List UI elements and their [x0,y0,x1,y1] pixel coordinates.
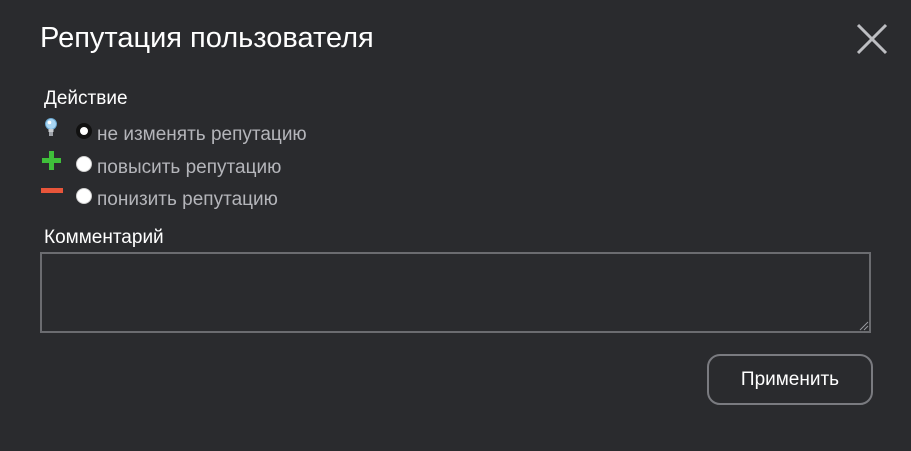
minus-icon [40,183,68,209]
option-no-change-label: не изменять репутацию [97,124,307,145]
radio-decrease[interactable] [76,188,92,204]
close-icon [856,23,888,55]
comment-textarea[interactable] [40,252,871,333]
radio-increase[interactable] [76,156,92,172]
option-decrease[interactable]: понизить репутацию [40,183,278,210]
plus-icon [40,151,68,177]
option-increase-label: повысить репутацию [97,157,282,178]
close-button[interactable] [854,21,890,57]
action-label: Действие [44,88,128,109]
resize-grip-icon[interactable] [857,319,869,331]
option-no-change[interactable]: не изменять репутацию [40,118,307,145]
option-increase[interactable]: повысить репутацию [40,151,282,178]
comment-label: Комментарий [44,227,164,248]
lightbulb-icon [40,118,68,144]
reputation-dialog: Репутация пользователя Действие не измен… [0,0,911,451]
apply-button[interactable]: Применить [707,354,873,405]
option-decrease-label: понизить репутацию [97,189,278,210]
dialog-title: Репутация пользователя [40,22,374,54]
radio-no-change[interactable] [76,123,92,139]
